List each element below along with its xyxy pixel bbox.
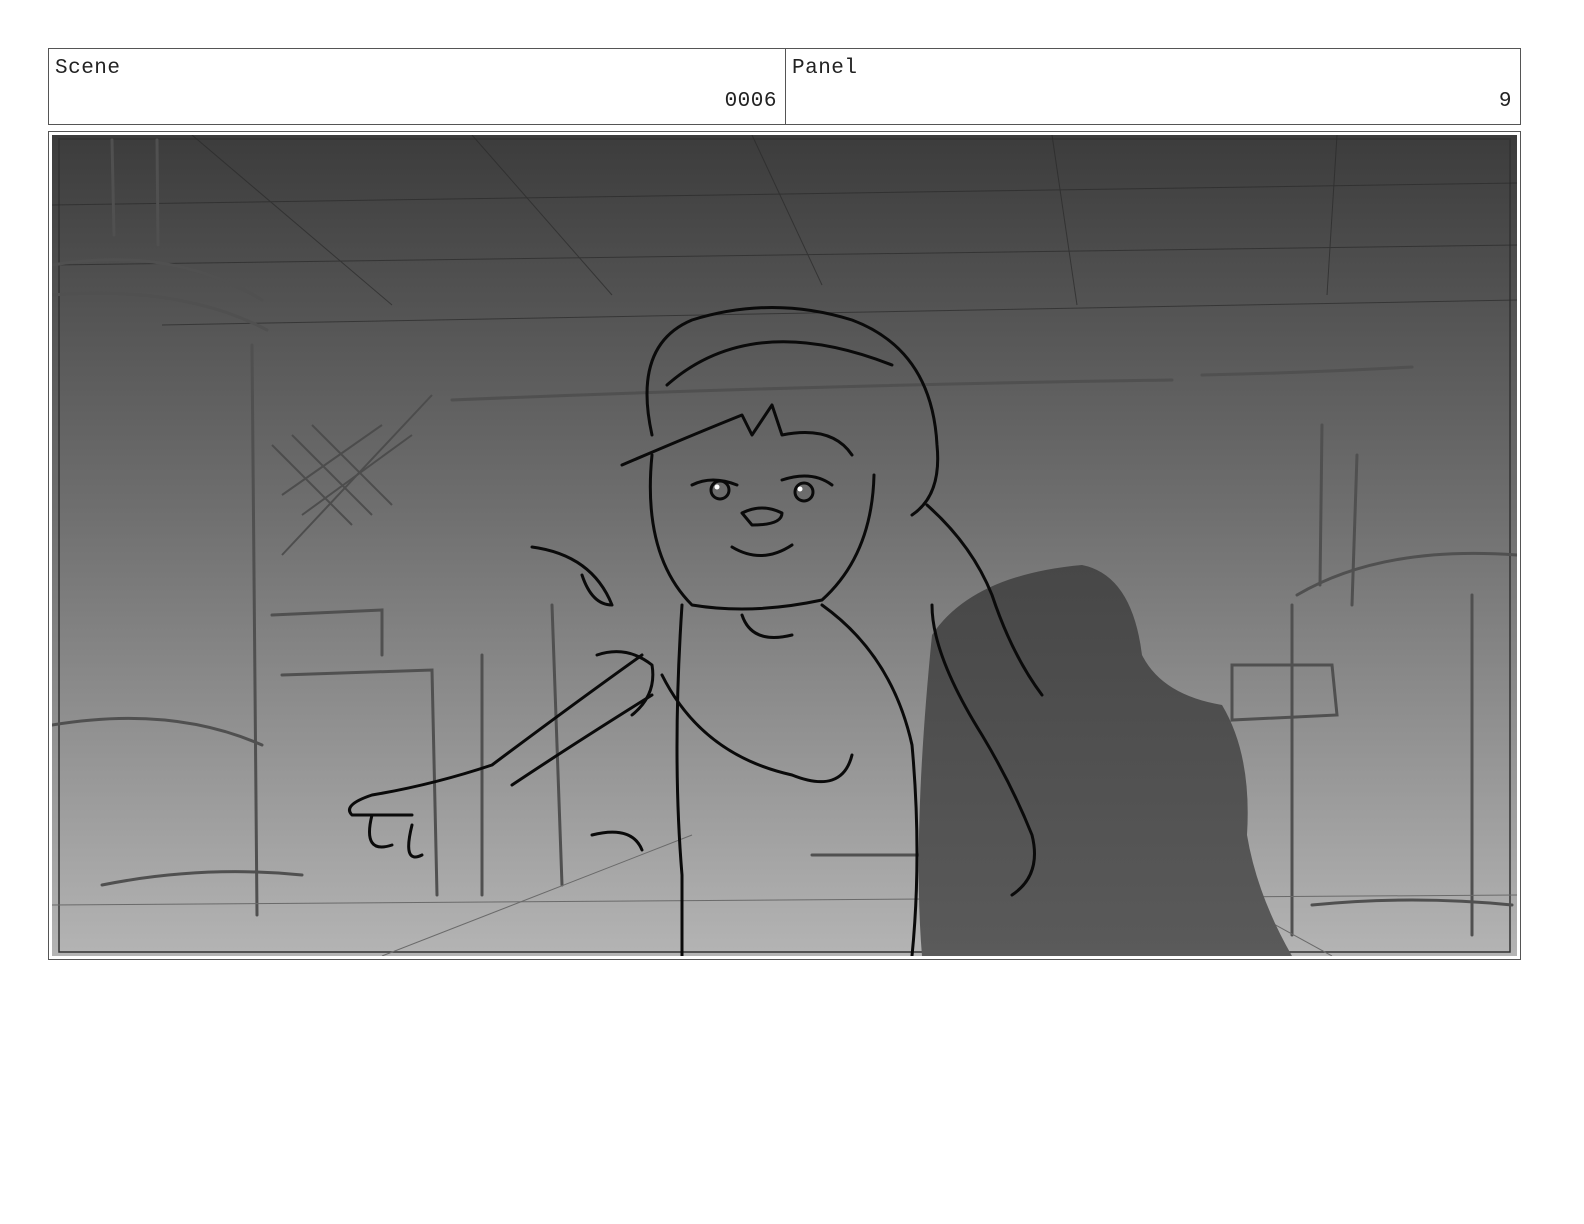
scene-cell: Scene 0006 [49,49,786,124]
scene-label: Scene [55,57,121,80]
storyboard-sketch-image [52,135,1517,956]
panel-cell: Panel 9 [786,49,1520,124]
panel-label: Panel [792,57,858,80]
storyboard-header: Scene 0006 Panel 9 [48,48,1521,125]
panel-frame [48,131,1521,960]
scene-number: 0006 [724,90,777,113]
panel-number: 9 [1498,90,1512,113]
